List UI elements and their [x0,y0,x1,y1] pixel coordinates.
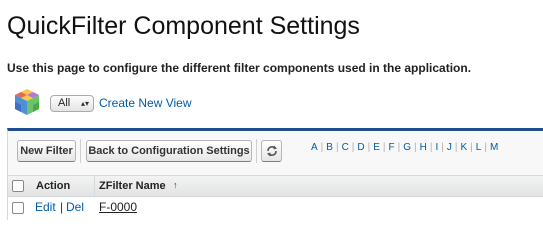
column-header-zfilter-name[interactable]: ZFilter Name [99,180,166,192]
column-header-action: Action [36,180,71,192]
page-frame: QuickFilter Component Settings Use this … [0,0,543,247]
view-select-value: All [58,97,71,109]
alphabet-separator: | [470,142,473,153]
alphabet-separator: | [335,142,339,153]
alphabet-letter-d[interactable]: D [357,142,364,153]
alphabet-separator: | [414,142,417,153]
alphabet-letter-c[interactable]: C [342,142,349,153]
column-divider [94,176,95,196]
list-view-panel: New Filter Back to Configuration Setting… [7,128,543,220]
alphabet-letter-h[interactable]: H [420,142,427,153]
alphabet-separator: | [484,142,487,153]
delete-link[interactable]: Del [66,200,84,214]
list-toolbar: New Filter Back to Configuration Setting… [8,131,543,171]
cube-icon [15,89,39,115]
alphabet-separator: | [397,142,401,153]
sort-ascending-icon: ↑ [173,180,178,190]
alphabet-letter-g[interactable]: G [403,142,411,153]
alphabet-letter-a[interactable]: A [311,142,318,153]
page-title: QuickFilter Component Settings [7,12,360,40]
alphabet-separator: | [441,142,444,153]
refresh-button[interactable] [261,140,282,162]
row-checkbox[interactable] [12,202,24,214]
alphabet-letter-m[interactable]: M [490,142,498,153]
edit-link[interactable]: Edit [35,200,56,214]
alphabet-separator: | [320,142,324,153]
select-all-checkbox[interactable] [12,180,24,192]
alphabet-letter-b[interactable]: B [326,142,333,153]
new-filter-button[interactable]: New Filter [17,140,76,162]
table-header: Action ZFilter Name ↑ [8,175,543,197]
alphabet-separator: | [367,142,371,153]
page-description: Use this page to configure the different… [7,61,472,75]
alphabet-letter-e[interactable]: E [373,142,380,153]
create-new-view-link[interactable]: Create New View [99,96,191,110]
toolbar-divider [80,139,81,163]
refresh-icon [266,145,277,157]
alphabet-filter: A | B | C | D | E | F | G | H | I | J | K | L | M [311,142,498,153]
alphabet-separator: | [382,142,386,153]
chevron-updown-icon: ▴▾ [80,99,89,108]
view-select[interactable]: All ▴▾ [50,95,94,112]
table-row: Edit | Del F-0000 [8,198,543,220]
toolbar-divider [256,139,257,163]
record-name-link[interactable]: F-0000 [99,200,137,214]
back-to-configuration-button[interactable]: Back to Configuration Settings [86,140,252,162]
alphabet-letter-f[interactable]: F [389,142,395,153]
action-separator: | [60,200,64,214]
